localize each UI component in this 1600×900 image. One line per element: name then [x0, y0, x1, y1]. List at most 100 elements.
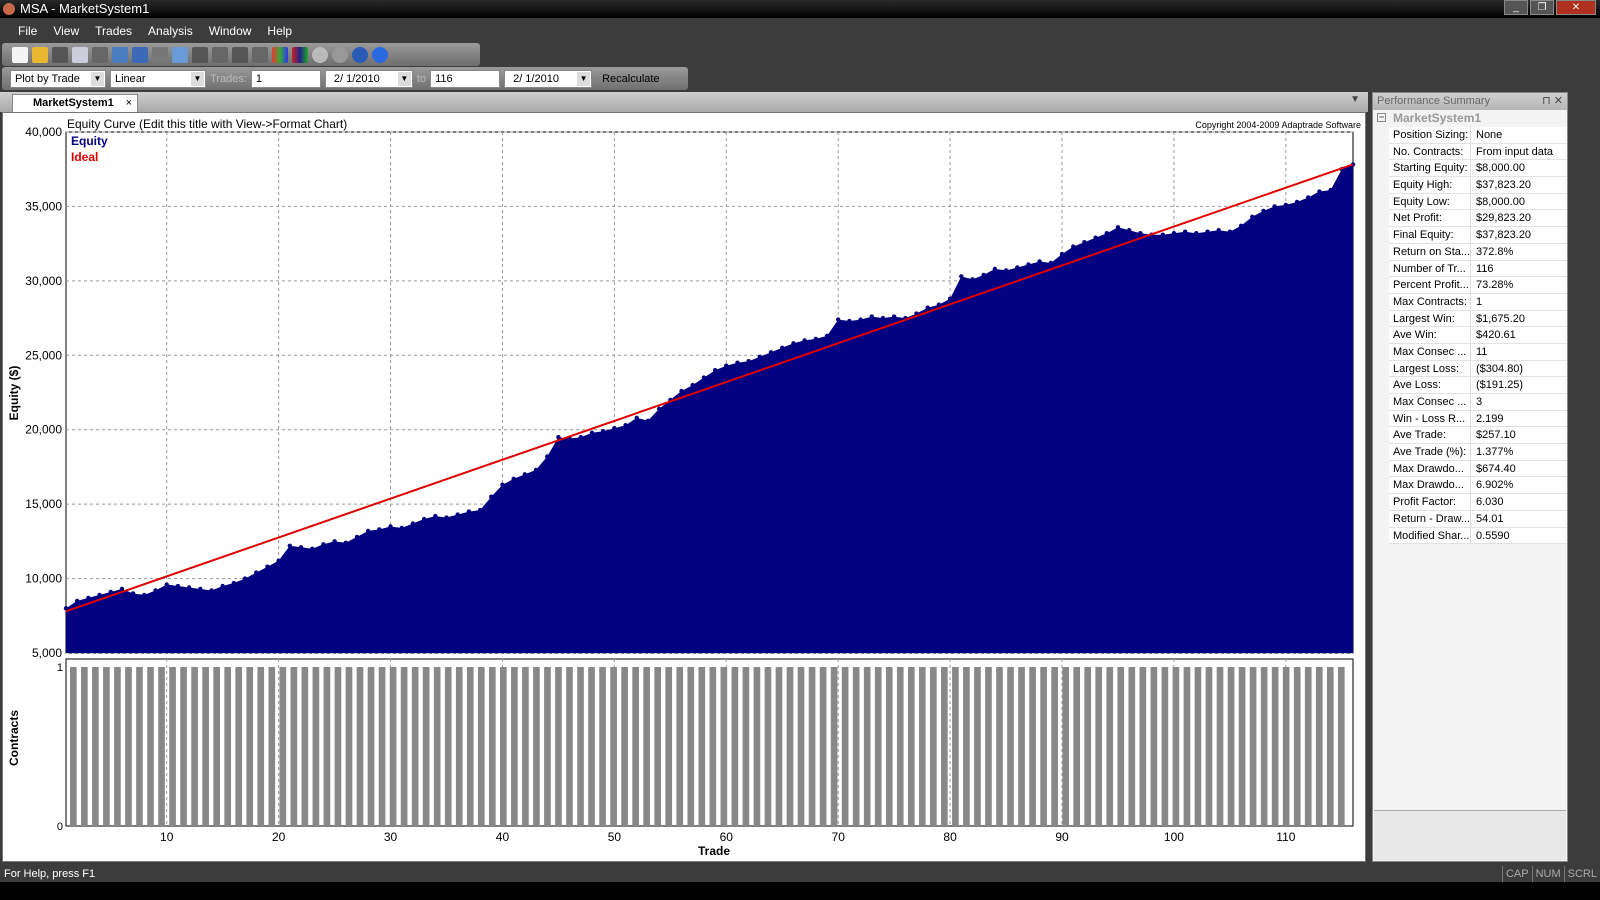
x-tick-label: 20	[272, 830, 286, 844]
contract-bar	[411, 667, 419, 826]
color-grid2-icon[interactable]	[292, 46, 308, 63]
report-icon[interactable]	[172, 46, 188, 63]
summary-row[interactable]: Return on Sta... 372.8%	[1389, 243, 1567, 261]
chevron-down-icon: ▼	[577, 71, 591, 86]
equity-point	[1015, 265, 1020, 270]
summary-row[interactable]: No. Contracts: From input data	[1389, 143, 1567, 161]
contracts-tick-1: 1	[57, 662, 63, 674]
help-icon[interactable]	[372, 46, 388, 63]
menu-file[interactable]: File	[18, 24, 37, 38]
scale-select[interactable]: Linear ▼	[110, 69, 206, 88]
summary-row[interactable]: Ave Loss: ($191.25)	[1389, 377, 1567, 394]
summary-key: Max Consec ...	[1389, 394, 1471, 410]
contract-bar	[896, 667, 904, 826]
trades-from-input[interactable]: 1	[250, 69, 321, 88]
contract-bar	[191, 667, 198, 826]
y-tick-label: 20,000	[25, 423, 62, 437]
chart-edit-icon[interactable]	[132, 46, 148, 63]
contract-bar	[786, 667, 794, 826]
stack-icon[interactable]	[232, 46, 248, 63]
menu-analysis[interactable]: Analysis	[148, 24, 193, 38]
recalculate-button[interactable]: Recalculate	[596, 73, 665, 85]
equity-point	[578, 434, 583, 440]
menu-help[interactable]: Help	[267, 24, 292, 38]
summary-row[interactable]: Position Sizing: None	[1389, 127, 1567, 144]
summary-row[interactable]: Number of Tr... 116	[1389, 260, 1567, 278]
summary-key: Final Equity:	[1389, 227, 1471, 243]
open-icon[interactable]	[32, 46, 48, 63]
summary-value: $257.10	[1476, 429, 1516, 442]
grid-icon[interactable]	[252, 46, 268, 63]
summary-row[interactable]: Largest Loss: ($304.80)	[1389, 360, 1567, 378]
save-icon[interactable]	[52, 46, 68, 63]
summary-row[interactable]: Max Consec ... 3	[1389, 394, 1567, 411]
summary-row[interactable]: Equity High: $37,823.20	[1389, 177, 1567, 194]
summary-row[interactable]: Ave Trade (%): 1.377%	[1389, 444, 1567, 461]
zoom-in-icon[interactable]	[312, 46, 328, 63]
print-icon[interactable]	[92, 46, 108, 63]
chevron-down-icon: ▼	[91, 71, 104, 86]
plot-mode-select[interactable]: Plot by Trade ▼	[10, 69, 106, 88]
summary-value: $8,000.00	[1476, 195, 1525, 208]
summary-row[interactable]: Max Drawdo... $674.40	[1389, 460, 1567, 478]
equity-point	[869, 314, 874, 319]
contract-bar	[1205, 667, 1213, 826]
contract-bar	[477, 667, 485, 826]
pin-close-icons[interactable]: ⊓ ✕	[1542, 93, 1563, 110]
contract-bar	[974, 667, 981, 826]
summary-value: 6.030	[1476, 496, 1504, 509]
distribution-icon[interactable]	[212, 46, 228, 63]
contract-bar	[367, 667, 375, 826]
summary-row[interactable]: Final Equity: $37,823.20	[1389, 227, 1567, 244]
summary-row[interactable]: Ave Win: $420.61	[1389, 327, 1567, 344]
date-from-picker[interactable]: 2/ 1/2010 ▼	[324, 69, 413, 88]
summary-row[interactable]: Ave Trade: $257.10	[1389, 427, 1567, 445]
tab-list-dropdown-icon[interactable]: ▼	[1350, 94, 1360, 105]
num-indicator: NUM	[1531, 866, 1564, 882]
x-axis-label: Trade	[698, 844, 730, 858]
summary-row[interactable]: Percent Profit... 73.28%	[1389, 277, 1567, 294]
new-icon[interactable]	[12, 46, 28, 63]
trades-to-input[interactable]: 116	[430, 69, 501, 88]
date-to-picker[interactable]: 2/ 1/2010 ▼	[504, 69, 593, 88]
summary-row[interactable]: Max Drawdo... 6.902%	[1389, 477, 1567, 495]
summary-row[interactable]: Max Consec ... 11	[1389, 343, 1567, 361]
zoom-out-icon[interactable]	[332, 46, 348, 63]
x-tick-label: 60	[720, 830, 734, 844]
contract-bar	[301, 667, 309, 826]
summary-row[interactable]: Largest Win: $1,675.20	[1389, 310, 1567, 328]
tab-marketsystem1[interactable]: MarketSystem1 ×	[12, 94, 138, 112]
color-grid-icon[interactable]	[272, 46, 288, 63]
menu-view[interactable]: View	[53, 24, 79, 38]
summary-row[interactable]: Equity Low: $8,000.00	[1389, 193, 1567, 211]
summary-row[interactable]: Max Contracts: 1	[1389, 293, 1567, 311]
x-tick-label: 110	[1276, 830, 1295, 844]
equity-point	[455, 512, 460, 517]
summary-row[interactable]: Net Profit: $29,823.20	[1389, 210, 1567, 228]
equity-icon[interactable]	[192, 46, 208, 63]
summary-row[interactable]: Modified Shar... 0.5590	[1389, 527, 1567, 545]
copy-icon[interactable]	[72, 46, 88, 63]
summary-row[interactable]: Win - Loss R... 2.199	[1389, 410, 1567, 428]
summary-value: $29,823.20	[1476, 212, 1532, 225]
equity-point	[847, 318, 852, 324]
menu-trades[interactable]: Trades	[95, 24, 132, 38]
summary-row[interactable]: Profit Factor: 6.030	[1389, 494, 1567, 511]
info-icon[interactable]	[352, 46, 368, 63]
equity-point	[824, 333, 830, 339]
summary-row[interactable]: Starting Equity: $8,000.00	[1389, 160, 1567, 178]
contract-bar	[235, 667, 243, 826]
contract-bar	[676, 667, 684, 826]
x-tick-label: 90	[1055, 830, 1069, 844]
collapse-icon[interactable]: −	[1377, 113, 1386, 122]
close-tab-icon[interactable]: ×	[126, 95, 132, 111]
close-button[interactable]: ✕	[1556, 0, 1596, 15]
maximize-button[interactable]: ❐	[1530, 0, 1554, 15]
summary-row[interactable]: Return - Draw... 54.01	[1389, 510, 1567, 528]
edit-icon[interactable]	[112, 46, 128, 63]
table-icon[interactable]	[152, 46, 168, 63]
menu-window[interactable]: Window	[209, 24, 252, 38]
chevron-down-icon: ▼	[397, 71, 411, 86]
summary-group[interactable]: − MarketSystem1	[1373, 110, 1567, 127]
minimize-button[interactable]: _	[1504, 0, 1528, 15]
